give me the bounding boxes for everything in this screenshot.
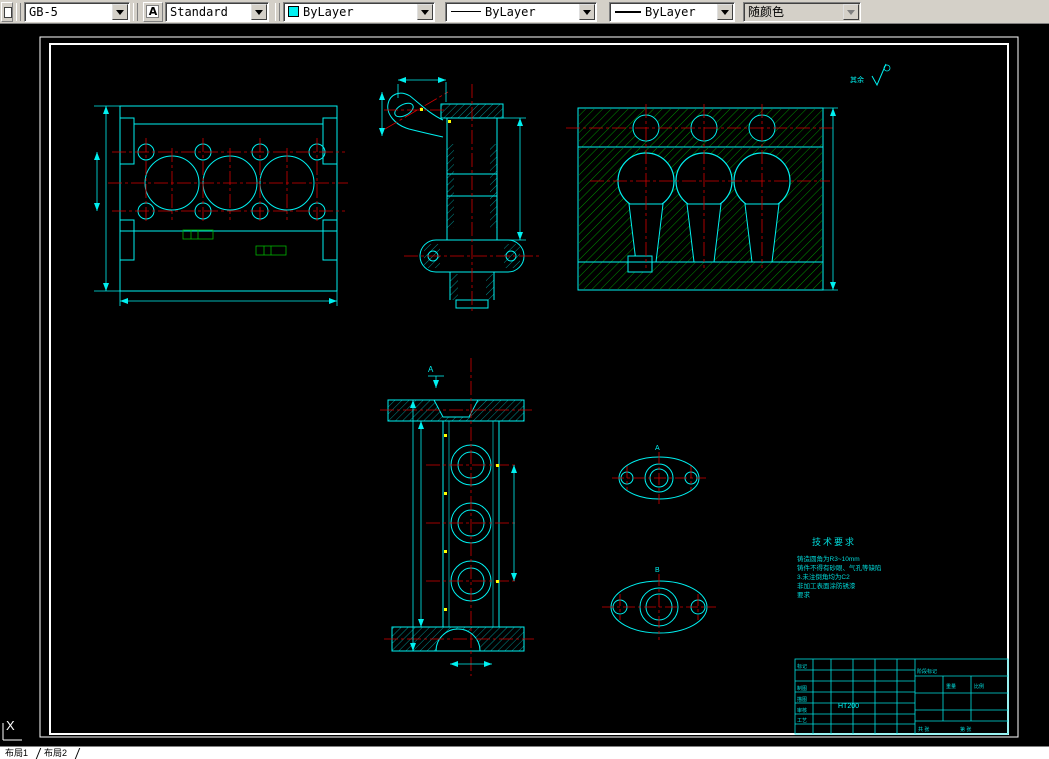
ucs-label: X	[6, 718, 15, 733]
tech-requirements-title: 技术要求	[812, 536, 856, 547]
view-flange-a: A	[612, 445, 706, 504]
flange-b-label: B	[655, 567, 660, 574]
view-front	[94, 105, 348, 306]
title-block-cell: 审核	[797, 707, 807, 714]
tolerance-frames	[182, 229, 287, 256]
linetype-control-value: ByLayer	[485, 4, 536, 19]
title-block-material: HT200	[838, 703, 859, 710]
centerlines-front	[108, 138, 348, 224]
text-style-dropdown-arrow[interactable]	[251, 3, 267, 20]
flange-a-label: A	[655, 445, 660, 452]
title-block-cell: 描图	[797, 696, 807, 703]
view-flange-b: B	[602, 567, 716, 640]
dimensions-top-section	[823, 107, 838, 291]
title-block: 标记 制图 描图 审核 工艺 阶段标记 重量 比例 共 张 第 张 HT200	[794, 658, 1009, 735]
tech-req-line: 铸件不得有砂眼、气孔等缺陷	[797, 563, 882, 572]
drawing-canvas[interactable]: A A B 技术要求 铸造圆角为R3~10mm 铸件不得有砂眼、气孔等缺陷 3.…	[0, 24, 1049, 746]
color-control-value: ByLayer	[303, 4, 354, 19]
tech-requirements: 技术要求 铸造圆角为R3~10mm 铸件不得有砂眼、气孔等缺陷 3.未注倒角均为…	[797, 536, 882, 599]
view-top-section	[566, 104, 838, 291]
plot-style-value: 随颜色	[748, 5, 785, 19]
layout-tab-bar: 布局1 布局2	[0, 746, 1049, 759]
toolbar-grip[interactable]	[16, 2, 21, 21]
color-dropdown-arrow[interactable]	[417, 3, 433, 20]
lineweight-control-combo[interactable]: ByLayer	[609, 1, 735, 22]
linetype-sample-icon	[451, 11, 481, 12]
lineweight-sample-icon	[615, 10, 641, 13]
dim-style-combo[interactable]: GB-5	[24, 1, 130, 22]
dim-style-dropdown-arrow[interactable]	[112, 3, 128, 20]
toolbar-grip[interactable]	[133, 2, 138, 21]
title-block-sheetno: 第 张	[960, 726, 971, 733]
plot-style-dropdown-arrow	[843, 3, 859, 20]
lineweight-control-value: ByLayer	[645, 4, 696, 19]
color-swatch-icon	[288, 6, 299, 17]
ucs-icon: X	[2, 718, 22, 741]
title-block-cell: 标记	[797, 663, 807, 670]
toolbar-grip[interactable]	[275, 2, 280, 21]
dim-style-value: GB-5	[29, 4, 58, 19]
tech-req-line: 铸造圆角为R3~10mm	[797, 554, 860, 563]
view-vertical-section: A	[380, 358, 534, 676]
text-style-value: Standard	[170, 4, 228, 19]
plot-style-combo: 随颜色	[743, 1, 861, 22]
title-block-weight: 重量	[946, 683, 956, 690]
surface-note-text: 其余	[850, 75, 864, 84]
tech-req-line: 要求	[797, 590, 811, 599]
text-style-icon[interactable]: A	[143, 1, 163, 22]
surface-finish-note: 其余	[850, 63, 891, 87]
title-block-cell: 制图	[797, 685, 807, 692]
title-block-scale: 比例	[974, 683, 984, 690]
title-block-cell: 工艺	[797, 718, 807, 724]
lineweight-dropdown-arrow[interactable]	[717, 3, 733, 20]
view-side-section	[379, 77, 540, 314]
title-block-stage: 阶段标记	[917, 668, 937, 675]
tech-req-line: 非加工表面涂防锈漆	[797, 581, 856, 590]
toolbar-partial-icon[interactable]	[1, 1, 13, 22]
sheet-frame	[39, 36, 1019, 738]
tech-req-line: 3.未注倒角均为C2	[797, 572, 850, 581]
tab-layout1[interactable]: 布局1	[0, 747, 33, 759]
tab-layout2[interactable]: 布局2	[39, 747, 72, 759]
object-properties-toolbar: GB-5 A Standard ByLayer ByLayer ByLayer …	[0, 0, 1049, 24]
section-label-a-top: A	[428, 365, 434, 374]
text-style-combo[interactable]: Standard	[165, 1, 269, 22]
linetype-control-combo[interactable]: ByLayer	[445, 1, 597, 22]
linetype-dropdown-arrow[interactable]	[579, 3, 595, 20]
color-control-combo[interactable]: ByLayer	[283, 1, 435, 22]
title-block-sheets: 共 张	[918, 726, 929, 733]
